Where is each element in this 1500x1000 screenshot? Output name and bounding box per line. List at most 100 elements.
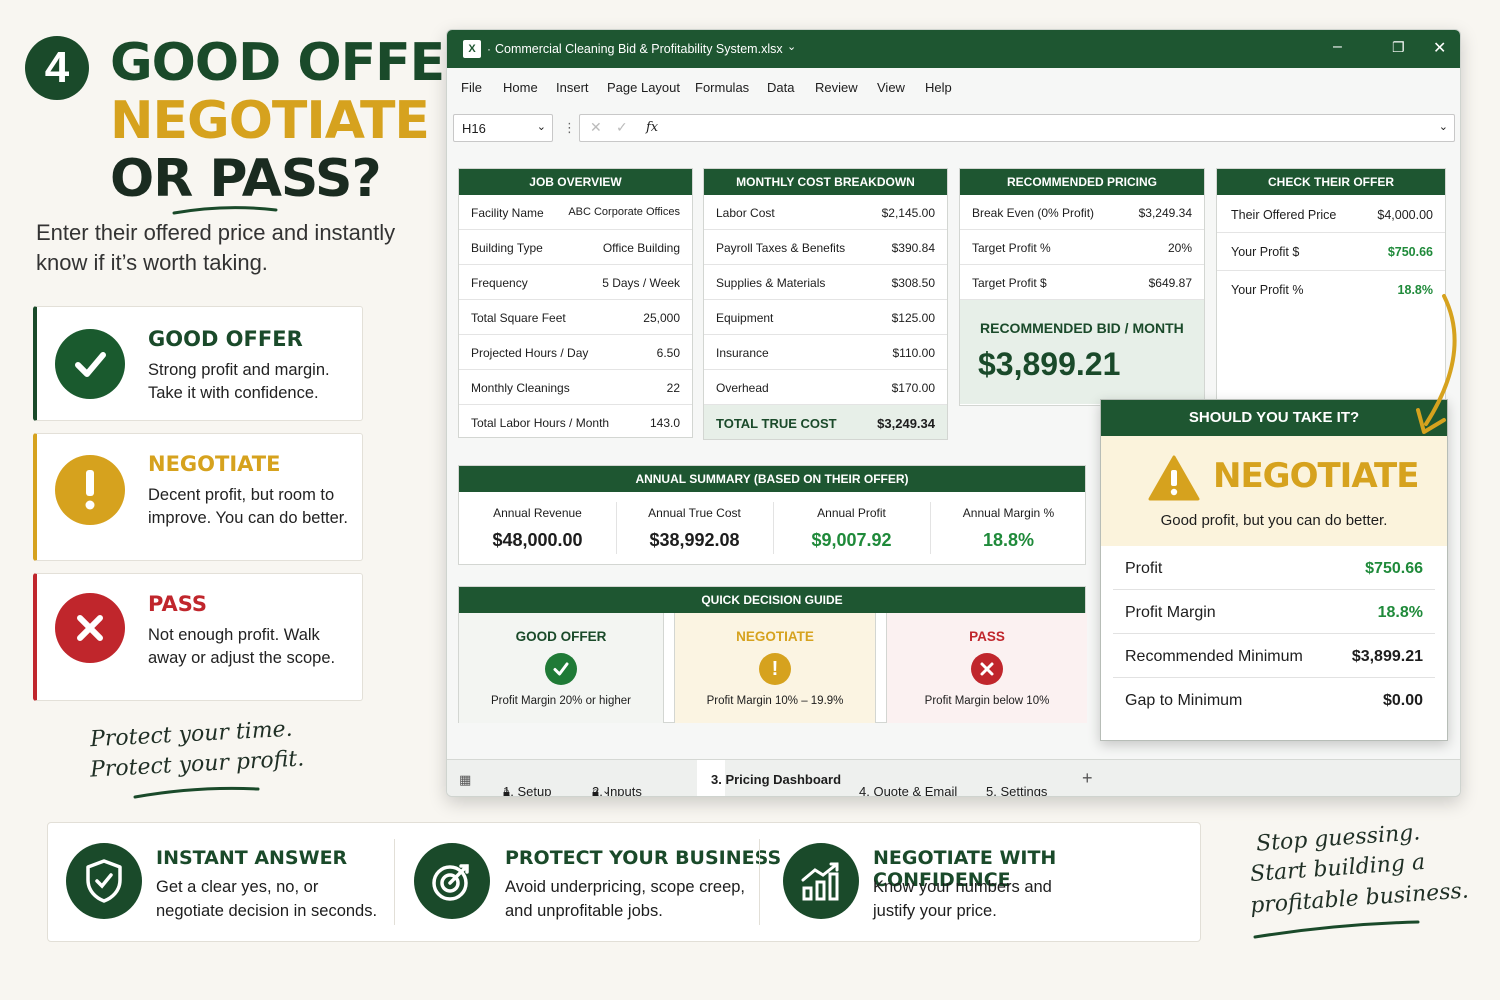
chart-growth-icon [783,843,859,919]
offer-price-input[interactable]: $4,000.00 [1377,208,1433,222]
panel-header: ANNUAL SUMMARY (BASED ON THEIR OFFER) [459,466,1085,492]
excel-icon: X [463,40,481,58]
row-value: $3,899.21 [1351,648,1423,665]
table-row[interactable]: Supplies & Materials $308.50 [704,265,947,300]
guide-title: PASS [969,629,1005,644]
menu-formulas[interactable]: Formulas [695,80,749,95]
spreadsheet-window: X · Commercial Cleaning Bid & Profitabil… [446,29,1461,797]
chevron-down-icon[interactable]: ⌄ [1439,120,1448,133]
table-row[interactable]: Building Type Office Building [459,230,692,265]
cancel-icon[interactable]: ✕ [590,119,602,136]
row-label: Total Square Feet [471,311,566,325]
closing-underline [1253,920,1420,939]
grid-icon[interactable]: ▦ [459,772,471,788]
row-value: 143.0 [649,416,680,430]
table-row[interactable]: Break Even (0% Profit) $3,249.34 [960,195,1204,230]
menu-data[interactable]: Data [767,80,794,95]
exclamation-circle-icon [55,455,125,525]
table-row[interactable]: Total Square Feet 25,000 [459,300,692,335]
menu-insert[interactable]: Insert [556,80,589,95]
menu-file[interactable]: File [461,80,482,95]
headline-good-offer: GOOD OFFER [110,33,484,93]
divider [394,839,395,925]
tab-label: 5. Settings [986,784,1048,797]
row-value: $649.87 [1148,276,1192,290]
title-bar: X · Commercial Cleaning Bid & Profitabil… [447,30,1460,68]
annual-value: 18.8% [982,530,1035,550]
name-box[interactable]: H16 ⌄ [453,114,553,142]
table-row[interactable]: Equipment $125.00 [704,300,947,335]
bid-value: $3,899.21 [978,346,1121,382]
annual-value: $38,992.08 [649,530,740,550]
table-row[interactable]: Payroll Taxes & Benefits $390.84 [704,230,947,265]
window-title[interactable]: Commercial Cleaning Bid & Profitability … [495,42,783,56]
restore-icon[interactable]: ❐ [1392,39,1405,56]
tab-label: 2. Inputs [592,784,642,797]
table-row[interactable]: Insurance $110.00 [704,335,947,370]
close-icon[interactable]: ✕ [1433,38,1446,58]
confirm-icon[interactable]: ✓ [616,119,628,136]
table-row[interactable]: Facility Name ABC Corporate Offices [459,195,692,230]
table-row[interactable]: Labor Cost $2,145.00 [704,195,947,230]
total-label: TOTAL TRUE COST [716,416,837,431]
decision-row[interactable]: Recommended Minimum $3,899.21 [1113,634,1435,678]
row-label: Overhead [716,381,769,395]
row-value: 22 [666,381,680,395]
row-label: Facility Name [471,206,544,220]
add-sheet-icon[interactable]: + [1082,768,1093,789]
benefit-desc: negotiate decision in seconds. [156,902,378,920]
decision-row[interactable]: Profit $750.66 [1113,546,1435,590]
chevron-down-icon[interactable]: ⌄ [787,40,796,53]
exclamation-circle-icon: ! [759,653,791,685]
guide-desc: Profit Margin 10% – 19.9% [706,695,844,707]
table-row[interactable]: Frequency 5 Days / Week [459,265,692,300]
annual-label: Annual True Cost [648,506,741,520]
row-label: Insurance [716,346,769,360]
table-row[interactable]: Your Profit $ $750.66 [1217,233,1445,271]
card-desc: Strong profit and margin. Take it with c… [148,361,330,402]
table-row[interactable]: Target Profit % 20% [960,230,1204,265]
benefit-title: PROTECT YOUR BUSINESS [505,847,782,869]
decision-verdict-block: NEGOTIATE Good profit, but you can do be… [1101,436,1447,546]
decision-row[interactable]: Profit Margin 18.8% [1113,590,1435,634]
annual-value: $9,007.92 [811,530,892,550]
table-row[interactable]: Total Labor Hours / Month 143.0 [459,405,692,440]
menu-help[interactable]: Help [925,80,952,95]
benefit-title: INSTANT ANSWER [156,847,348,869]
row-label: Building Type [471,241,543,255]
row-value: 25,000 [643,311,680,325]
table-row[interactable]: Overhead $170.00 [704,370,947,405]
menu-page-layout[interactable]: Page Layout [607,80,680,95]
fx-icon[interactable]: fx [646,120,658,135]
row-label: Break Even (0% Profit) [972,206,1095,220]
decision-row[interactable]: Gap to Minimum $0.00 [1113,678,1435,722]
card-title: NEGOTIATE [148,452,281,476]
panel-header: CHECK THEIR OFFER [1217,169,1445,195]
tab-pricing-dashboard[interactable]: 3. Pricing Dashboard [697,760,841,796]
sheet-tab-bar: ▦ 🔒︎ 1. Setup 🔒︎ 2. Inputs ⌄ 3. Pricing … [447,759,1460,797]
panel-header: JOB OVERVIEW [459,169,692,195]
row-value: $110.00 [892,346,936,360]
table-row[interactable]: Monthly Cleanings 22 [459,370,692,405]
minimize-icon[interactable]: – [1333,38,1342,56]
menu-view[interactable]: View [877,80,905,95]
menu-home[interactable]: Home [503,80,538,95]
menu-review[interactable]: Review [815,80,858,95]
row-label: Your Profit $ [1231,245,1300,259]
row-label: Frequency [471,276,528,290]
tab-label: 4. Quote & Email [859,784,958,797]
total-row[interactable]: TOTAL TRUE COST $3,249.34 [704,405,947,439]
panel-header: RECOMMENDED PRICING [960,169,1204,195]
table-row[interactable]: Target Profit $ $649.87 [960,265,1204,300]
row-label: Your Profit % [1231,283,1304,297]
annual-value: $48,000.00 [492,530,583,550]
formula-input[interactable]: ✕ ✓ fx ⌄ [579,114,1455,142]
table-row[interactable]: Their Offered Price $4,000.00 [1217,195,1445,233]
row-value: $750.66 [1387,245,1433,259]
recommended-bid-block[interactable]: RECOMMENDED BID / MONTH $3,899.21 [960,300,1204,404]
check-circle-icon [55,329,125,399]
row-value: Office Building [602,241,680,255]
card-desc: Decent profit, but room to improve. You … [148,486,348,527]
table-row[interactable]: Projected Hours / Day 6.50 [459,335,692,370]
table-row[interactable]: Your Profit % 18.8% [1217,271,1445,309]
